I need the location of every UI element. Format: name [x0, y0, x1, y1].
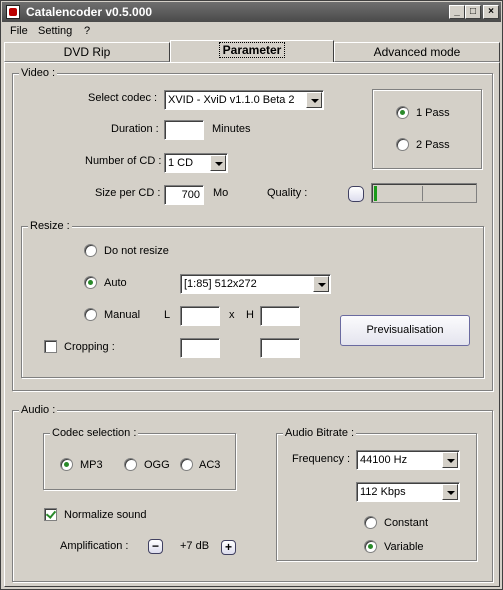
amplification-minus-button[interactable]: − [148, 539, 163, 554]
no-resize-radio[interactable] [84, 244, 97, 257]
no-resize-label: Do not resize [104, 245, 169, 257]
previsualisation-button[interactable]: Previsualisation [340, 315, 470, 346]
minimize-button[interactable]: _ [449, 5, 465, 19]
normalize-checkbox[interactable] [44, 508, 57, 521]
size-unit: Mo [213, 187, 229, 199]
codec-selection-title: Codec selection : [50, 427, 139, 440]
chevron-down-icon[interactable] [210, 155, 226, 171]
crop-input-2[interactable] [260, 338, 300, 358]
codec-select[interactable]: XVID - XviD v1.1.0 Beta 2 [164, 90, 324, 110]
audio-bitrate-title: Audio Bitrate : [283, 427, 357, 440]
tab-advanced-mode[interactable]: Advanced mode [334, 42, 500, 62]
manual-resize-label: Manual [104, 309, 141, 321]
codec-label: Select codec : [88, 92, 158, 104]
quality-toggle-button[interactable] [348, 186, 364, 202]
quality-bar-fill [374, 186, 377, 201]
tab-dvd-rip[interactable]: DVD Rip [4, 42, 170, 62]
chevron-down-icon[interactable] [442, 452, 458, 468]
auto-resize-radio[interactable] [84, 276, 97, 289]
mp3-radio[interactable] [60, 458, 73, 471]
variable-label: Variable [384, 541, 424, 553]
constant-label: Constant [384, 517, 429, 529]
chevron-down-icon[interactable] [313, 276, 329, 292]
duration-unit: Minutes [212, 123, 251, 135]
crop-input-1[interactable] [180, 338, 220, 358]
duration-label: Duration : [111, 123, 159, 135]
menu-setting[interactable]: Setting [36, 23, 74, 40]
num-cd-value: 1 CD [168, 157, 194, 169]
frequency-select[interactable]: 44100 Hz [356, 450, 460, 470]
menu-bar: File Setting ? [2, 23, 501, 40]
size-per-cd-input[interactable]: 700 [164, 185, 204, 205]
chevron-down-icon[interactable] [306, 92, 322, 108]
pass-group [372, 89, 482, 169]
width-label: L [164, 309, 171, 321]
mp3-label: MP3 [80, 459, 103, 471]
cropping-label: Cropping : [64, 341, 115, 353]
ac3-radio[interactable] [180, 458, 193, 471]
pass-1-radio[interactable] [396, 106, 409, 119]
tab-parameter[interactable]: Parameter [170, 40, 334, 62]
constant-radio[interactable] [364, 516, 377, 529]
menu-file[interactable]: File [8, 23, 30, 40]
ogg-label: OGG [144, 459, 170, 471]
num-cd-label: Number of CD : [85, 155, 162, 167]
duration-input[interactable] [164, 120, 204, 140]
num-cd-select[interactable]: 1 CD [164, 153, 228, 173]
app-window: Catalencoder v0.5.000 _ □ × File Setting… [0, 0, 503, 590]
video-group-title: Video : [19, 67, 58, 80]
pass-2-radio[interactable] [396, 138, 409, 151]
size-per-cd-label: Size per CD : [95, 187, 161, 199]
ac3-label: AC3 [199, 459, 221, 471]
times-label: x [229, 309, 235, 321]
manual-width-input[interactable] [180, 306, 220, 326]
codec-select-value: XVID - XviD v1.1.0 Beta 2 [168, 94, 295, 106]
pass-1-label: 1 Pass [416, 107, 450, 119]
manual-resize-radio[interactable] [84, 308, 97, 321]
quality-label: Quality : [267, 187, 308, 199]
height-label: H [246, 309, 254, 321]
tab-dvd-rip-label: DVD Rip [63, 45, 111, 59]
auto-resize-value: [1:85] 512x272 [184, 278, 257, 290]
maximize-button[interactable]: □ [465, 5, 481, 19]
amplification-value: +7 dB [180, 540, 210, 552]
bitrate-select[interactable]: 112 Kbps [356, 482, 460, 502]
menu-help[interactable]: ? [82, 23, 92, 40]
frequency-value: 44100 Hz [360, 454, 408, 466]
chevron-down-icon[interactable] [442, 484, 458, 500]
ogg-radio[interactable] [124, 458, 137, 471]
normalize-label: Normalize sound [64, 509, 147, 521]
close-button[interactable]: × [483, 5, 499, 19]
auto-resize-label: Auto [104, 277, 127, 289]
tab-advanced-label: Advanced mode [373, 45, 461, 59]
auto-resize-select[interactable]: [1:85] 512x272 [180, 274, 331, 294]
title-bar[interactable]: Catalencoder v0.5.000 _ □ × [2, 2, 501, 22]
amplification-plus-button[interactable]: + [221, 540, 236, 555]
pass-2-label: 2 Pass [416, 139, 450, 151]
quality-bar [371, 183, 477, 203]
manual-height-input[interactable] [260, 306, 300, 326]
tab-parameter-label: Parameter [218, 42, 286, 58]
resize-group-title: Resize : [28, 220, 72, 233]
quality-bar-divider [422, 186, 423, 201]
variable-radio[interactable] [364, 540, 377, 553]
frequency-label: Frequency : [292, 453, 351, 465]
bitrate-value: 112 Kbps [360, 486, 406, 498]
window-title: Catalencoder v0.5.000 [26, 5, 153, 19]
cropping-checkbox[interactable] [44, 340, 57, 353]
audio-group-title: Audio : [19, 404, 58, 417]
amplification-label: Amplification : [60, 540, 129, 552]
app-icon[interactable] [6, 5, 20, 19]
